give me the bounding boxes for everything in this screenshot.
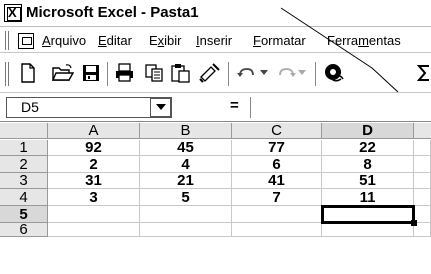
annotation-line	[280, 7, 399, 93]
